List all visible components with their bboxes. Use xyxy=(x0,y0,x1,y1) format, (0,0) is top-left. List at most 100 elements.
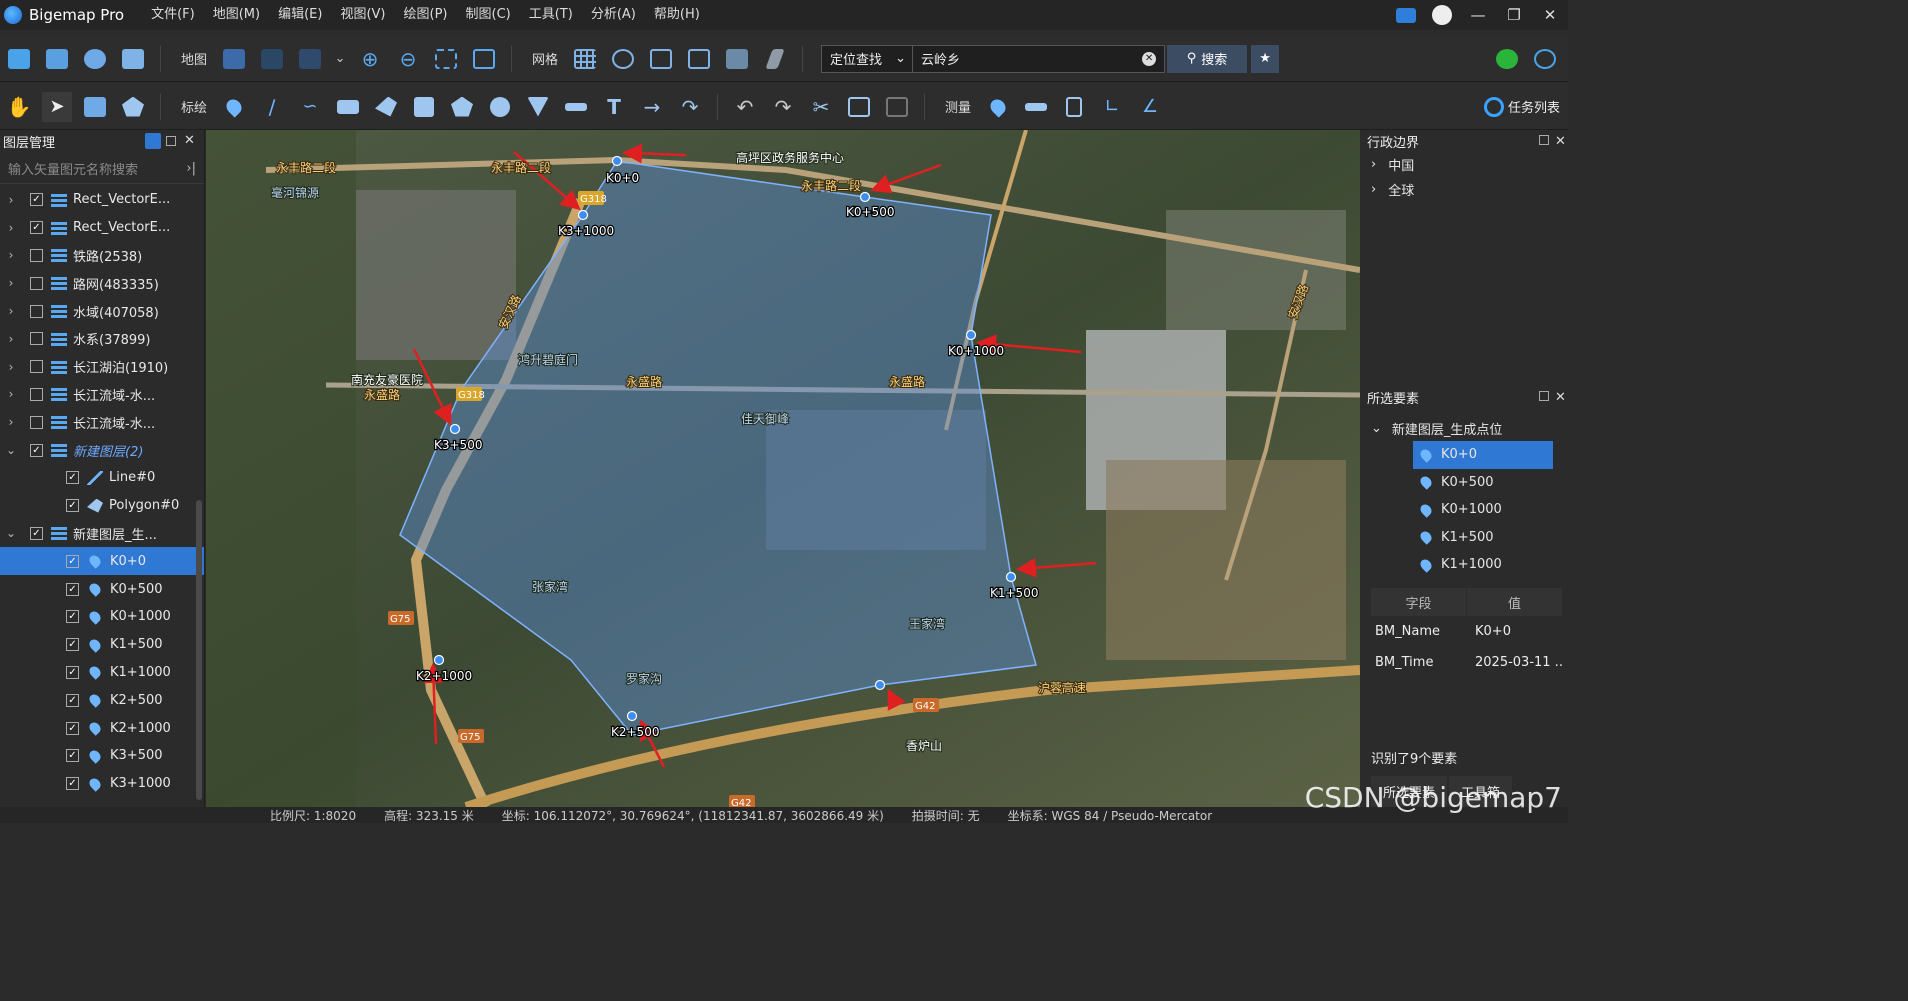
search-icon[interactable] xyxy=(145,133,161,149)
attribute-row[interactable]: BM_Time 2025-03-11 ... xyxy=(1371,647,1563,678)
close-icon[interactable]: ✕ xyxy=(184,133,200,149)
draw-square-button[interactable] xyxy=(409,92,439,122)
close-icon[interactable]: ✕ xyxy=(1555,134,1566,149)
selected-item[interactable]: K0+1000 xyxy=(1361,496,1568,524)
undo-button[interactable]: ↶ xyxy=(730,92,760,122)
layer-checkbox[interactable]: ✓ xyxy=(66,693,79,707)
chevron-right-icon[interactable]: › xyxy=(0,304,22,318)
layer-row[interactable]: ✓ K2+500 xyxy=(0,686,204,714)
layer-scrollbar[interactable] xyxy=(196,500,202,800)
layer-row[interactable]: ✓ Line#0 xyxy=(0,464,204,492)
layer-row[interactable]: ⌄ ✓ 新建图层(2) xyxy=(0,436,204,464)
clear-button[interactable] xyxy=(760,44,790,74)
chevron-right-icon[interactable]: › xyxy=(0,248,22,262)
measure-height-button[interactable]: ∟ xyxy=(1097,92,1127,122)
menu-item-1[interactable]: 地图(M) xyxy=(204,0,269,30)
attribute-table-2-button[interactable] xyxy=(882,92,912,122)
layer-checkbox[interactable]: ✓ xyxy=(66,554,79,568)
menu-item-5[interactable]: 制图(C) xyxy=(457,0,520,30)
close-icon[interactable]: ✕ xyxy=(1555,390,1566,405)
layer-row[interactable]: ✓ K3+500 xyxy=(0,742,204,770)
menu-item-2[interactable]: 编辑(E) xyxy=(269,0,331,30)
close-button[interactable]: ✕ xyxy=(1532,0,1568,30)
settings-button[interactable] xyxy=(80,44,110,74)
search-input[interactable]: 云岭乡 ✕ xyxy=(913,44,1166,73)
map-point-marker[interactable] xyxy=(433,654,445,666)
fullscreen-button[interactable] xyxy=(469,44,499,74)
chevron-down-icon[interactable]: ⌄ xyxy=(0,526,22,540)
layer-checkbox[interactable]: ✓ xyxy=(66,499,79,513)
layer-checkbox[interactable]: ✓ xyxy=(30,221,43,235)
layer-row[interactable]: ✓ Polygon#0 xyxy=(0,492,204,520)
layer-row[interactable]: › 长江流域-水... xyxy=(0,408,204,436)
map-source-2-button[interactable] xyxy=(257,44,287,74)
layer-checkbox[interactable] xyxy=(30,248,43,262)
message-button[interactable] xyxy=(1388,0,1424,30)
selected-item[interactable]: K1+1000 xyxy=(1361,551,1568,579)
wechat-button[interactable] xyxy=(1492,44,1522,74)
layer-checkbox[interactable]: ✓ xyxy=(66,610,79,624)
draw-sector-button[interactable] xyxy=(523,92,553,122)
selected-item[interactable]: K0+0 xyxy=(1413,441,1553,469)
layer-row[interactable]: ⌄ ✓ 新建图层_生... xyxy=(0,520,204,548)
layer-row[interactable]: › 水系(37899) xyxy=(0,325,204,353)
layer-checkbox[interactable]: ✓ xyxy=(30,526,43,540)
tile-button[interactable] xyxy=(722,44,752,74)
collapse-icon[interactable]: ›| xyxy=(186,161,196,176)
layer-checkbox[interactable]: ✓ xyxy=(66,665,79,679)
map-point-marker[interactable] xyxy=(859,191,871,203)
map-point-marker[interactable] xyxy=(577,209,589,221)
layer-row[interactable]: ✓ K0+0 xyxy=(0,547,204,576)
layer-checkbox[interactable]: ✓ xyxy=(66,749,79,763)
layer-checkbox[interactable] xyxy=(30,360,43,374)
chevron-right-icon[interactable]: › xyxy=(0,221,22,235)
task-list-button[interactable]: 任务列表 xyxy=(1483,96,1560,117)
layer-row[interactable]: ✓ K0+1000 xyxy=(0,603,204,631)
measure-distance-button[interactable] xyxy=(1021,92,1051,122)
draw-line-button[interactable]: ∕ xyxy=(257,92,287,122)
layer-row[interactable]: › 水域(407058) xyxy=(0,297,204,325)
map-select-button[interactable] xyxy=(80,92,110,122)
poly-select-button[interactable] xyxy=(118,92,148,122)
chevron-right-icon[interactable]: › xyxy=(0,332,22,346)
layer-checkbox[interactable]: ✓ xyxy=(66,582,79,596)
layer-checkbox[interactable]: ✓ xyxy=(30,443,43,457)
layer-checkbox[interactable]: ✓ xyxy=(66,721,79,735)
redo-button[interactable]: ↷ xyxy=(768,92,798,122)
selected-item[interactable]: K0+500 xyxy=(1361,469,1568,497)
open-folder-button[interactable] xyxy=(4,44,34,74)
layer-row[interactable]: ✓ K2+1000 xyxy=(0,714,204,742)
select-button[interactable]: ➤ xyxy=(42,91,72,122)
map-source-1-button[interactable] xyxy=(219,44,249,74)
draw-hook-button[interactable]: ↷ xyxy=(675,92,705,122)
save-button[interactable] xyxy=(42,44,72,74)
draw-arrow-button[interactable]: → xyxy=(637,92,667,122)
layer-row[interactable]: ✓ K3+1000 xyxy=(0,770,204,798)
map-point-marker[interactable] xyxy=(611,155,623,167)
float-panel-icon[interactable] xyxy=(1539,135,1549,145)
map-view[interactable]: K0+0 K0+500 K0+1000 K1+500 K2+500 K2+1000 K3+5… xyxy=(206,130,1360,807)
chevron-right-icon[interactable]: › xyxy=(0,415,22,429)
scale-readout[interactable]: 比例尺: 1:8020 xyxy=(270,807,356,824)
map-point-marker[interactable] xyxy=(874,679,886,691)
draw-polygon-button[interactable] xyxy=(371,92,401,122)
draw-ruler-button[interactable] xyxy=(561,92,591,122)
map-point-marker[interactable] xyxy=(449,423,461,435)
pan-button[interactable]: ✋ xyxy=(4,92,34,122)
km-grid-button[interactable] xyxy=(646,44,676,74)
locate-select[interactable]: 定位查找 ⌄ xyxy=(821,44,914,73)
user-button[interactable] xyxy=(1424,0,1460,30)
latlng-grid-button[interactable] xyxy=(608,44,638,74)
layer-checkbox[interactable] xyxy=(30,304,43,318)
map-point-marker[interactable] xyxy=(1005,571,1017,583)
menu-item-7[interactable]: 分析(A) xyxy=(582,0,645,30)
zoom-extent-button[interactable] xyxy=(431,44,461,74)
draw-text-button[interactable]: T xyxy=(599,92,629,122)
chevron-down-icon[interactable]: ⌄ xyxy=(0,443,22,457)
map-source-3-button[interactable] xyxy=(295,44,325,74)
layer-checkbox[interactable]: ✓ xyxy=(66,471,79,485)
selected-item[interactable]: K1+500 xyxy=(1361,524,1568,552)
map-dropdown-button[interactable]: ⌄ xyxy=(333,44,347,74)
layer-row[interactable]: › ✓ Rect_VectorE... xyxy=(0,214,204,242)
layer-row[interactable]: ✓ K0+500 xyxy=(0,575,204,603)
